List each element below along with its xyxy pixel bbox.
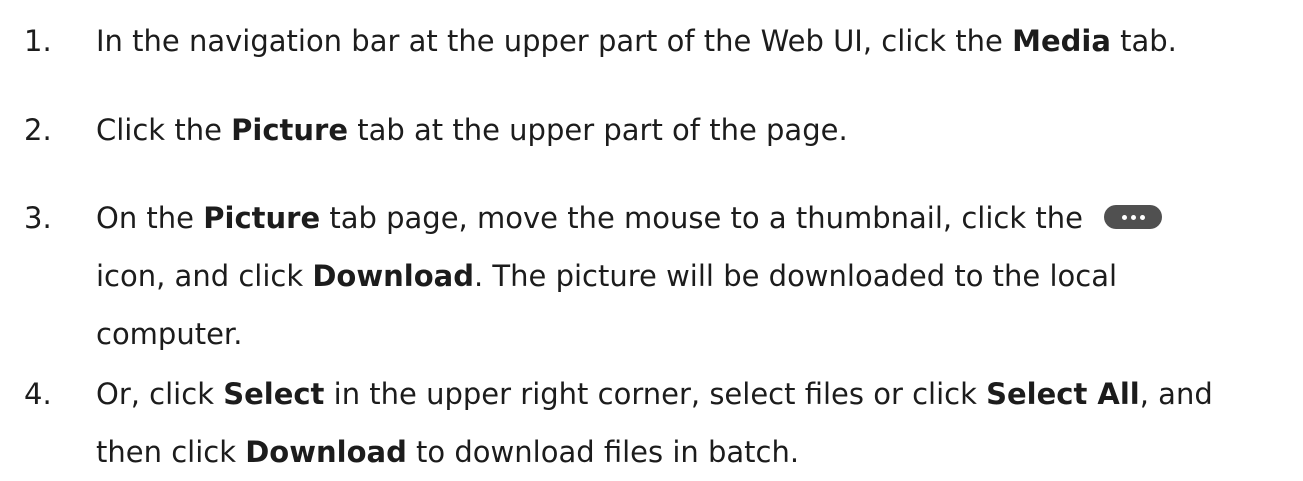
step-line: On the Picture tab page, move the mouse … (96, 189, 1286, 247)
ui-term-select: Select (223, 377, 325, 411)
step-line: then click Download to download files in… (96, 423, 1286, 481)
text-segment: Click the (96, 113, 232, 147)
step-text: On the Picture tab page, move the mouse … (96, 189, 1286, 363)
text-segment: Or, click (96, 377, 224, 411)
text-segment: , and (1139, 377, 1213, 411)
ui-term-select-all: Select All (986, 377, 1140, 411)
step-text: Or, click Select in the upper right corn… (96, 365, 1286, 481)
text-segment: On the (96, 201, 204, 235)
text-segment: computer. (96, 317, 243, 351)
text-segment: In the navigation bar at the upper part … (96, 24, 1013, 58)
text-segment: tab at the upper part of the page. (348, 113, 848, 147)
ui-term-download: Download (312, 259, 474, 293)
text-segment: to download files in batch. (406, 435, 800, 469)
step-text: In the navigation bar at the upper part … (96, 12, 1286, 70)
step-line: Click the Picture tab at the upper part … (96, 101, 1286, 159)
text-segment: . The picture will be downloaded to the … (473, 259, 1118, 293)
more-icon (1104, 205, 1163, 229)
text-segment: tab page, move the mouse to a thumbnail,… (320, 201, 1093, 235)
text-segment: then click (96, 435, 246, 469)
step-number: 4. (24, 377, 52, 411)
ui-term-media: Media (1012, 24, 1111, 58)
step-line: In the navigation bar at the upper part … (96, 12, 1286, 70)
ui-term-download: Download (245, 435, 407, 469)
step-text: Click the Picture tab at the upper part … (96, 101, 1286, 159)
step-line: Or, click Select in the upper right corn… (96, 365, 1286, 423)
text-segment: in the upper right corner, select files … (324, 377, 987, 411)
step-line: computer. (96, 305, 1286, 363)
step-number: 1. (24, 24, 52, 58)
step-number: 2. (24, 113, 52, 147)
text-segment: tab. (1110, 24, 1177, 58)
step-line: icon, and click Download. The picture wi… (96, 247, 1286, 305)
ui-term-picture: Picture (231, 113, 349, 147)
ui-term-picture: Picture (203, 201, 321, 235)
step-number: 3. (24, 201, 52, 235)
text-segment: icon, and click (96, 259, 313, 293)
